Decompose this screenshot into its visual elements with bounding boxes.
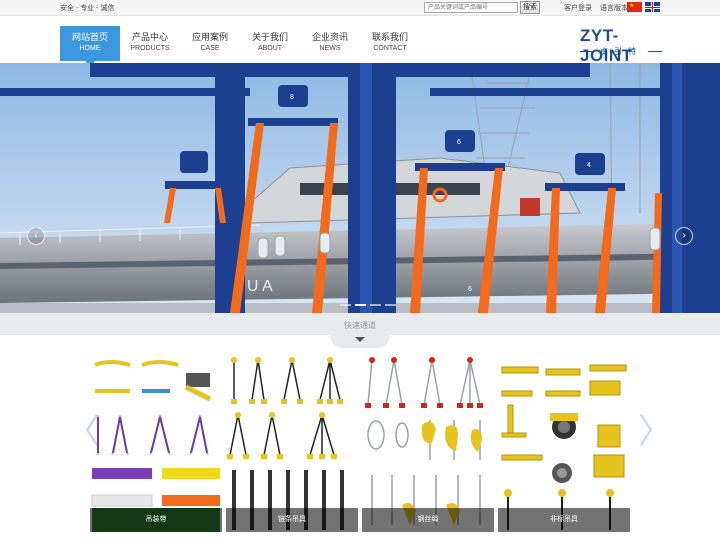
search-button[interactable]: 搜索: [520, 1, 540, 14]
category-card-chain[interactable]: 链条吊具: [226, 355, 358, 535]
nav-products-cn: 产品中心: [131, 32, 168, 42]
hoist-number-3: 6: [468, 286, 472, 293]
category-label-chain: 链条吊具: [226, 508, 358, 532]
nav-products[interactable]: 产品中心 PRODUCTS: [120, 26, 180, 61]
boat-lift-illustration: G U A 8 6 6 4: [0, 63, 720, 313]
nav-case-cn: 应用案例: [191, 32, 228, 42]
nav-case-en: CASE: [200, 45, 220, 52]
uk-flag-icon[interactable]: [645, 2, 660, 12]
category-label-slings: 吊装带: [90, 508, 222, 532]
category-label-custom: 非标吊具: [498, 508, 630, 532]
nav-contact-en: CONTACT: [373, 45, 407, 52]
hero-banner[interactable]: G U A 8 6 6 4 ‹ ›: [0, 63, 720, 313]
hoist-number-1: 8: [290, 94, 294, 101]
hoist-number-4: 4: [587, 162, 591, 169]
caret-down-icon: [355, 337, 365, 342]
banner-pagination: [340, 293, 400, 311]
carousel-prev-arrow[interactable]: 〈: [66, 412, 100, 452]
language-label: 语言版本: [600, 5, 628, 12]
nav-news-cn: 企业资讯: [311, 32, 348, 42]
nav-home-en: HOME: [79, 45, 101, 52]
zyt-joint-logo[interactable]: ZYT-JOINT 卓引特: [580, 26, 662, 65]
category-label-wire-rope: 钢丝绳: [362, 508, 494, 532]
banner-dot-active[interactable]: [355, 304, 366, 306]
carousel-next-arrow[interactable]: 〉: [638, 412, 672, 452]
banner-dot[interactable]: [340, 304, 351, 306]
banner-dot[interactable]: [385, 304, 396, 306]
hoist-number-2: 6: [457, 139, 461, 146]
banner-next-arrow[interactable]: ›: [675, 227, 693, 245]
nav-about-en: ABOUT: [257, 45, 283, 52]
nav-home-cn: 网站首页: [71, 32, 108, 42]
nav-about[interactable]: 关于我们 ABOUT: [240, 26, 300, 61]
slogan: 安全 - 专业 - 诚信: [60, 5, 115, 12]
nav-case[interactable]: 应用案例 CASE: [180, 26, 240, 61]
nav-home[interactable]: 网站首页 HOME: [60, 26, 120, 67]
nav-products-en: PRODUCTS: [130, 45, 170, 52]
search-input[interactable]: [424, 2, 518, 13]
top-bar: 安全 - 专业 - 诚信 搜索 客户登录 语言版本 ★: [0, 0, 720, 16]
nav-news-en: NEWS: [319, 45, 341, 52]
customer-login-link[interactable]: 客户登录: [564, 3, 592, 13]
logo-sub: 卓引特: [580, 46, 662, 57]
nav-news[interactable]: 企业资讯 NEWS: [300, 26, 360, 61]
category-card-custom[interactable]: 非标吊具: [498, 355, 630, 535]
quick-access-bar: 快速通道: [0, 313, 720, 335]
category-card-wire-rope[interactable]: 钢丝绳: [362, 355, 494, 535]
quick-access-title: 快速通道: [344, 321, 376, 330]
quick-access-toggle[interactable]: [330, 335, 390, 348]
nav-contact[interactable]: 联系我们 CONTACT: [360, 26, 420, 61]
banner-prev-arrow[interactable]: ‹: [27, 227, 45, 245]
banner-dot[interactable]: [370, 304, 381, 306]
category-card-slings[interactable]: 吊装带: [90, 355, 222, 535]
nav-contact-cn: 联系我们: [371, 32, 408, 42]
nav-about-cn: 关于我们: [251, 32, 288, 42]
china-flag-icon[interactable]: ★: [627, 2, 642, 12]
